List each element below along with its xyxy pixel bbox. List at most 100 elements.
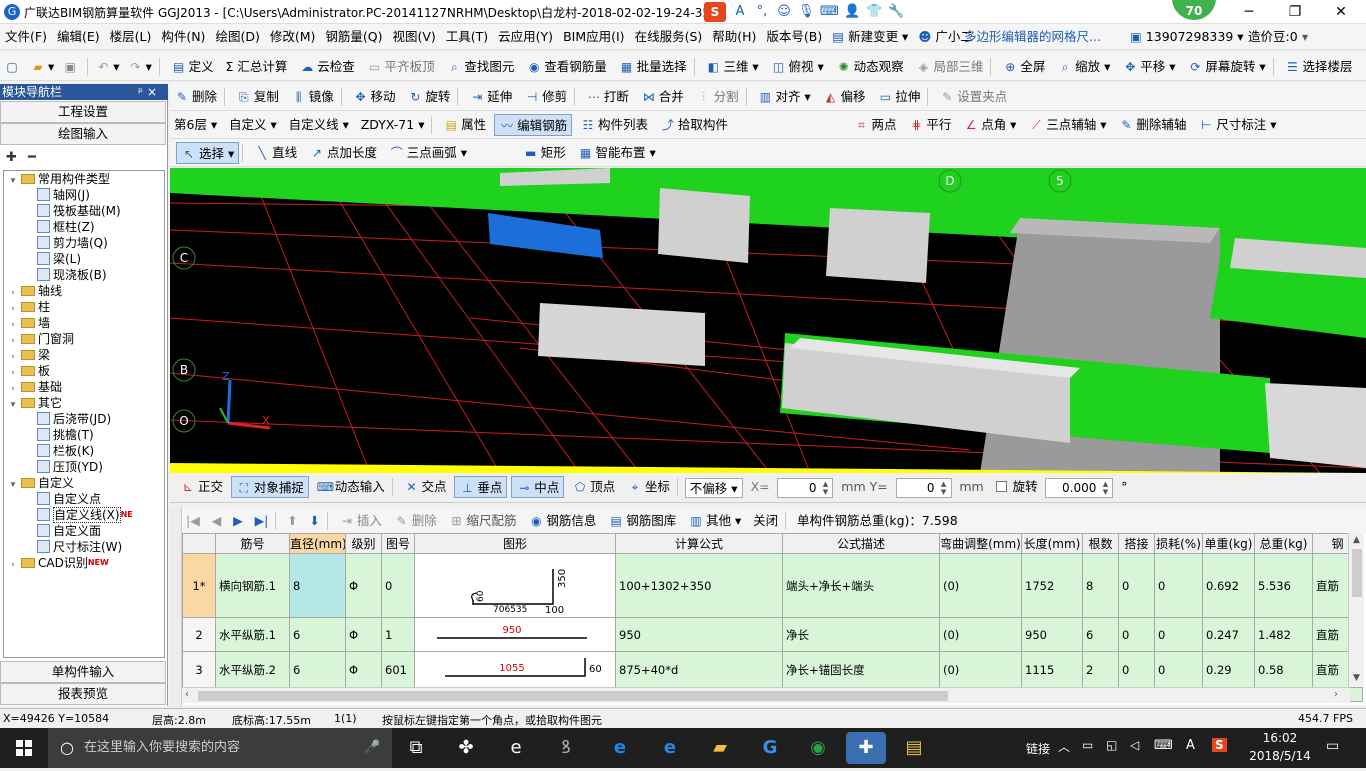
next-record-button[interactable]: ▶ [229,510,247,532]
mirror-button[interactable]: ⫼ 镜像 [287,86,338,108]
battery-icon[interactable]: ▭ [1082,738,1093,752]
cell-grade[interactable]: Φ [345,553,382,618]
point-length-button[interactable]: ↗ 点加长度 [305,142,381,164]
ime-keyboard-icon[interactable]: ⌨ [1154,738,1173,753]
tree-item[interactable]: 自定义点 [34,491,101,507]
rotate-toggle[interactable]: 旋转 [992,476,1042,498]
cell-total-weight[interactable]: 1.482 [1254,617,1313,652]
tray-up-icon[interactable]: ︿ [1058,738,1070,755]
tree-item[interactable]: 轴网(J) [34,187,90,203]
align-button[interactable]: ▥ 对齐 ▾ [753,86,814,108]
network-icon[interactable]: ◱ [1106,738,1117,752]
col-header-shape[interactable]: 图形 [414,533,616,554]
prev-record-button[interactable]: ◀ [208,510,226,532]
menu-tools[interactable]: 工具(T) [441,24,493,50]
table-row[interactable]: 2 水平纵筋.1 6 Φ 1 950 950 净长 (0) 950 6 0 0 [182,617,1363,652]
open-button[interactable]: ▰ ▾ [26,56,58,78]
cell-shape[interactable]: 350 60 706535 100 [414,553,616,618]
cell-total-weight[interactable]: 5.536 [1254,553,1313,618]
tree-item[interactable]: 筏板基础(M) [34,203,121,219]
object-snap-button[interactable]: ⛶ 对象捕捉 [230,476,309,498]
3d-button[interactable]: ◧ 三维 ▾ [701,56,762,78]
ie-icon-b[interactable]: e [650,732,690,764]
glodon-active-icon[interactable]: ✚ [846,732,886,764]
keyboard-icon[interactable]: ⌨ [820,4,839,20]
pan-button[interactable]: ✥ 平移 ▾ [1118,56,1179,78]
tree-item[interactable]: › 轴线 [8,283,62,299]
intersection-snap-button[interactable]: ✕ 交点 [400,476,451,498]
floor-select[interactable]: 第6层 ▾ [170,115,221,135]
cell-figure-no[interactable]: 1 [381,617,415,652]
scroll-up-icon[interactable]: ▲ [1353,535,1360,545]
merge-button[interactable]: ⋈ 合并 [637,86,688,108]
minimize-button[interactable]: ─ [1226,0,1272,24]
taskbar-search[interactable]: ○ 在这里输入你要搜索的内容 🎤 [48,728,392,768]
clock-time[interactable]: 16:02 [1250,731,1310,745]
delete-row-button[interactable]: ✎ 删除 [390,510,441,532]
view-rebar-button[interactable]: ◉ 查看钢筋量 [522,56,611,78]
screen-rotate-button[interactable]: ⟳ 屏幕旋转 ▾ [1183,56,1269,78]
cell-total-weight[interactable]: 0.58 [1254,651,1313,688]
close-panel-button[interactable]: 关闭 [749,510,782,532]
row-number[interactable]: 2 [182,617,216,652]
punctuation-icon[interactable]: °, [754,4,770,20]
offset-select[interactable]: 不偏移 ▾ [684,478,743,498]
cell-name[interactable]: 水平纵筋.1 [215,617,290,652]
cell-description[interactable]: 净长 [782,617,940,652]
close-button[interactable]: ✕ [1318,0,1364,24]
tree-item[interactable]: ▾ 其它 [8,395,62,411]
category-select[interactable]: 自定义 ▾ [225,115,281,135]
menu-new-change[interactable]: ▤ 新建变更 ▾ [827,24,913,50]
tree-item[interactable]: › 基础 [8,379,62,395]
move-down-button[interactable]: ⬇ [306,510,324,532]
y-input[interactable]: 0 ▲ ▼ [895,478,952,498]
cell-grade[interactable]: Φ [345,651,382,688]
cell-count[interactable]: 2 [1082,651,1119,688]
point-angle-button[interactable]: ∠ 点角 ▾ [959,114,1020,136]
microphone-icon[interactable]: 🎤 [364,728,380,768]
tree-item[interactable]: › 梁 [8,347,50,363]
task-view-icon[interactable]: ⧉ [396,732,436,764]
cell-figure-no[interactable]: 0 [381,553,415,618]
cell-loss[interactable]: 0 [1154,553,1203,618]
tree-item[interactable]: ▾ 常用构件类型 [8,171,110,187]
spiral-app-icon[interactable]: ꝸ [546,732,586,764]
three-point-arc-button[interactable]: ⌒ 三点画弧 ▾ [385,142,471,164]
cell-description[interactable]: 净长+锚固长度 [782,651,940,688]
cell-diameter[interactable]: 6 [289,617,346,652]
cell-diameter[interactable]: 8 [289,553,346,618]
project-settings-button[interactable]: 工程设置 [0,101,166,123]
cell-grade[interactable]: Φ [345,617,382,652]
cell-count[interactable]: 8 [1082,553,1119,618]
user-icon[interactable]: 👤 [844,4,860,20]
flush-slab-button[interactable]: ▭ 平齐板顶 [363,56,439,78]
perpendicular-snap-button[interactable]: ⊥ 垂点 [454,476,508,498]
select-button[interactable]: ↖ 选择 ▾ [176,142,240,164]
pick-component-button[interactable]: ⤴ 拾取构件 [656,114,732,136]
component-select[interactable]: ZDYX-71 ▾ [357,115,429,135]
expand-all-icon[interactable]: ✚ [6,150,17,165]
coordinate-snap-button[interactable]: ⌖ 坐标 [623,476,674,498]
ime-lang-label[interactable]: A [1186,738,1195,753]
row-number[interactable]: 3 [182,651,216,688]
cell-diameter[interactable]: 6 [289,651,346,688]
new-button[interactable]: ▢ [0,56,26,78]
cell-length[interactable]: 950 [1021,617,1083,652]
collapse-all-icon[interactable]: ━ [28,150,36,165]
ortho-button[interactable]: ⊾ 正交 [176,476,227,498]
cell-shape[interactable]: 1055 60 [414,651,616,688]
notes-app-icon[interactable]: ▤ [894,732,934,764]
partial-3d-button[interactable]: ◈ 局部三维 [911,56,987,78]
cell-bend[interactable]: (0) [939,651,1022,688]
move-button[interactable]: ✥ 移动 [349,86,400,108]
vertex-snap-button[interactable]: ⬠ 顶点 [568,476,619,498]
cell-length[interactable]: 1752 [1021,553,1083,618]
cell-figure-no[interactable]: 601 [381,651,415,688]
undo-button[interactable]: ↶ ▾ [91,56,123,78]
first-record-button[interactable]: |◀ [182,510,204,532]
component-list-button[interactable]: ☷ 构件列表 [576,114,652,136]
emoji-icon[interactable]: ☺ [776,4,792,20]
find-element-button[interactable]: ⌕ 查找图元 [442,56,518,78]
cell-length[interactable]: 1115 [1021,651,1083,688]
tree-item[interactable]: 自定义面 [34,523,101,539]
